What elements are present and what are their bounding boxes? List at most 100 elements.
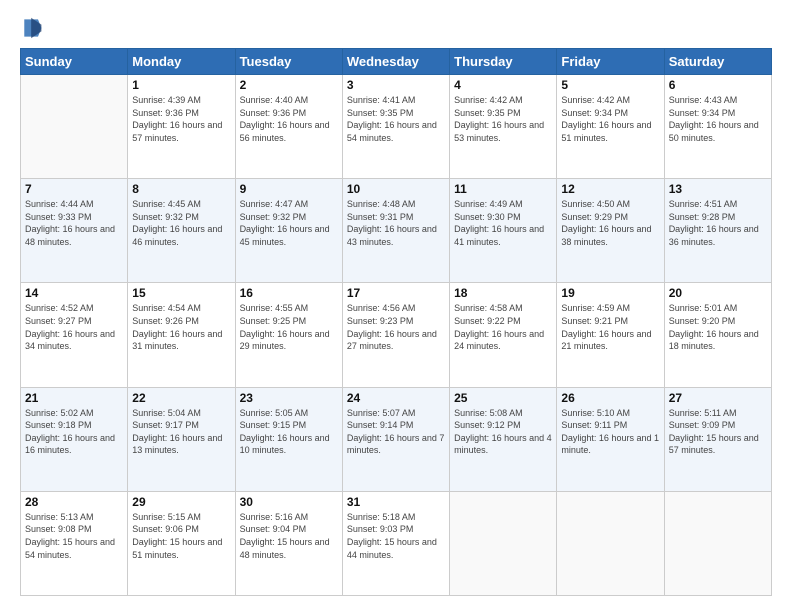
calendar-cell	[557, 491, 664, 595]
col-header-monday: Monday	[128, 49, 235, 75]
header	[20, 16, 772, 40]
calendar-cell: 18 Sunrise: 4:58 AMSunset: 9:22 PMDayligh…	[450, 283, 557, 387]
day-info: Sunrise: 5:07 AMSunset: 9:14 PMDaylight:…	[347, 407, 445, 457]
calendar-cell	[664, 491, 771, 595]
calendar-cell: 29Sunrise: 5:15 AMSunset: 9:06 PMDayligh…	[128, 491, 235, 595]
calendar-cell: 3 Sunrise: 4:41 AMSunset: 9:35 PMDaylight…	[342, 75, 449, 179]
day-number: 11	[454, 182, 552, 196]
day-number: 5	[561, 78, 659, 92]
day-info: Sunrise: 5:13 AMSunset: 9:08 PMDaylight:…	[25, 511, 123, 561]
day-info: Sunrise: 4:58 AMSunset: 9:22 PMDaylight:…	[454, 302, 552, 352]
day-info: Sunrise: 5:01 AMSunset: 9:20 PMDaylight:…	[669, 302, 767, 352]
calendar-cell: 17Sunrise: 4:56 AMSunset: 9:23 PMDayligh…	[342, 283, 449, 387]
day-info: Sunrise: 4:56 AMSunset: 9:23 PMDaylight:…	[347, 302, 445, 352]
calendar-cell: 21Sunrise: 5:02 AMSunset: 9:18 PMDayligh…	[21, 387, 128, 491]
calendar-cell: 16Sunrise: 4:55 AMSunset: 9:25 PMDayligh…	[235, 283, 342, 387]
day-number: 8	[132, 182, 230, 196]
day-number: 23	[240, 391, 338, 405]
calendar-cell: 30 Sunrise: 5:16 AMSunset: 9:04 PMDayligh…	[235, 491, 342, 595]
calendar-header-row: SundayMondayTuesdayWednesdayThursdayFrid…	[21, 49, 772, 75]
day-info: Sunrise: 4:42 AMSunset: 9:34 PMDaylight:…	[561, 94, 659, 144]
day-number: 3	[347, 78, 445, 92]
day-number: 24	[347, 391, 445, 405]
calendar-cell: 14 Sunrise: 4:52 AMSunset: 9:27 PMDayligh…	[21, 283, 128, 387]
calendar-cell: 27 Sunrise: 5:11 AMSunset: 9:09 PMDayligh…	[664, 387, 771, 491]
calendar-cell: 2 Sunrise: 4:40 AMSunset: 9:36 PMDaylight…	[235, 75, 342, 179]
calendar-cell	[450, 491, 557, 595]
day-info: Sunrise: 4:42 AMSunset: 9:35 PMDaylight:…	[454, 94, 552, 144]
calendar-cell: 5 Sunrise: 4:42 AMSunset: 9:34 PMDaylight…	[557, 75, 664, 179]
day-info: Sunrise: 4:43 AMSunset: 9:34 PMDaylight:…	[669, 94, 767, 144]
col-header-wednesday: Wednesday	[342, 49, 449, 75]
day-number: 18	[454, 286, 552, 300]
day-info: Sunrise: 4:47 AMSunset: 9:32 PMDaylight:…	[240, 198, 338, 248]
day-number: 29	[132, 495, 230, 509]
calendar-cell: 22Sunrise: 5:04 AMSunset: 9:17 PMDayligh…	[128, 387, 235, 491]
day-info: Sunrise: 4:49 AMSunset: 9:30 PMDaylight:…	[454, 198, 552, 248]
calendar-cell: 31 Sunrise: 5:18 AMSunset: 9:03 PMDayligh…	[342, 491, 449, 595]
calendar-cell: 13 Sunrise: 4:51 AMSunset: 9:28 PMDayligh…	[664, 179, 771, 283]
day-number: 28	[25, 495, 123, 509]
day-number: 26	[561, 391, 659, 405]
col-header-thursday: Thursday	[450, 49, 557, 75]
col-header-saturday: Saturday	[664, 49, 771, 75]
day-info: Sunrise: 4:44 AMSunset: 9:33 PMDaylight:…	[25, 198, 123, 248]
day-info: Sunrise: 4:52 AMSunset: 9:27 PMDaylight:…	[25, 302, 123, 352]
day-number: 14	[25, 286, 123, 300]
day-info: Sunrise: 5:18 AMSunset: 9:03 PMDaylight:…	[347, 511, 445, 561]
calendar-week-2: 7 Sunrise: 4:44 AMSunset: 9:33 PMDaylight…	[21, 179, 772, 283]
calendar-cell: 1 Sunrise: 4:39 AMSunset: 9:36 PMDaylight…	[128, 75, 235, 179]
day-info: Sunrise: 4:48 AMSunset: 9:31 PMDaylight:…	[347, 198, 445, 248]
day-info: Sunrise: 4:41 AMSunset: 9:35 PMDaylight:…	[347, 94, 445, 144]
day-number: 21	[25, 391, 123, 405]
logo-icon	[22, 16, 42, 40]
day-info: Sunrise: 4:39 AMSunset: 9:36 PMDaylight:…	[132, 94, 230, 144]
day-info: Sunrise: 4:55 AMSunset: 9:25 PMDaylight:…	[240, 302, 338, 352]
day-number: 30	[240, 495, 338, 509]
day-info: Sunrise: 4:59 AMSunset: 9:21 PMDaylight:…	[561, 302, 659, 352]
day-number: 13	[669, 182, 767, 196]
calendar-table: SundayMondayTuesdayWednesdayThursdayFrid…	[20, 48, 772, 596]
col-header-friday: Friday	[557, 49, 664, 75]
day-number: 2	[240, 78, 338, 92]
calendar-week-3: 14 Sunrise: 4:52 AMSunset: 9:27 PMDayligh…	[21, 283, 772, 387]
day-number: 31	[347, 495, 445, 509]
calendar-cell: 19 Sunrise: 4:59 AMSunset: 9:21 PMDayligh…	[557, 283, 664, 387]
calendar-cell: 6 Sunrise: 4:43 AMSunset: 9:34 PMDaylight…	[664, 75, 771, 179]
calendar-cell: 8 Sunrise: 4:45 AMSunset: 9:32 PMDaylight…	[128, 179, 235, 283]
day-number: 10	[347, 182, 445, 196]
day-number: 4	[454, 78, 552, 92]
calendar-week-5: 28 Sunrise: 5:13 AMSunset: 9:08 PMDayligh…	[21, 491, 772, 595]
day-info: Sunrise: 4:45 AMSunset: 9:32 PMDaylight:…	[132, 198, 230, 248]
day-info: Sunrise: 4:54 AMSunset: 9:26 PMDaylight:…	[132, 302, 230, 352]
calendar-week-4: 21Sunrise: 5:02 AMSunset: 9:18 PMDayligh…	[21, 387, 772, 491]
day-number: 20	[669, 286, 767, 300]
day-info: Sunrise: 5:16 AMSunset: 9:04 PMDaylight:…	[240, 511, 338, 561]
day-number: 1	[132, 78, 230, 92]
calendar-cell	[21, 75, 128, 179]
calendar-cell: 7 Sunrise: 4:44 AMSunset: 9:33 PMDaylight…	[21, 179, 128, 283]
calendar-cell: 12 Sunrise: 4:50 AMSunset: 9:29 PMDayligh…	[557, 179, 664, 283]
calendar-cell: 9Sunrise: 4:47 AMSunset: 9:32 PMDaylight…	[235, 179, 342, 283]
calendar-cell: 20 Sunrise: 5:01 AMSunset: 9:20 PMDayligh…	[664, 283, 771, 387]
day-number: 6	[669, 78, 767, 92]
day-number: 19	[561, 286, 659, 300]
day-info: Sunrise: 4:51 AMSunset: 9:28 PMDaylight:…	[669, 198, 767, 248]
day-number: 27	[669, 391, 767, 405]
calendar-cell: 23Sunrise: 5:05 AMSunset: 9:15 PMDayligh…	[235, 387, 342, 491]
day-number: 25	[454, 391, 552, 405]
calendar-cell: 4 Sunrise: 4:42 AMSunset: 9:35 PMDaylight…	[450, 75, 557, 179]
day-info: Sunrise: 4:40 AMSunset: 9:36 PMDaylight:…	[240, 94, 338, 144]
calendar-cell: 10 Sunrise: 4:48 AMSunset: 9:31 PMDayligh…	[342, 179, 449, 283]
col-header-sunday: Sunday	[21, 49, 128, 75]
day-info: Sunrise: 4:50 AMSunset: 9:29 PMDaylight:…	[561, 198, 659, 248]
col-header-tuesday: Tuesday	[235, 49, 342, 75]
page: SundayMondayTuesdayWednesdayThursdayFrid…	[0, 0, 792, 612]
day-info: Sunrise: 5:04 AMSunset: 9:17 PMDaylight:…	[132, 407, 230, 457]
day-number: 15	[132, 286, 230, 300]
day-number: 12	[561, 182, 659, 196]
calendar-cell: 24 Sunrise: 5:07 AMSunset: 9:14 PMDayligh…	[342, 387, 449, 491]
day-number: 7	[25, 182, 123, 196]
day-info: Sunrise: 5:10 AMSunset: 9:11 PMDaylight:…	[561, 407, 659, 457]
day-info: Sunrise: 5:11 AMSunset: 9:09 PMDaylight:…	[669, 407, 767, 457]
